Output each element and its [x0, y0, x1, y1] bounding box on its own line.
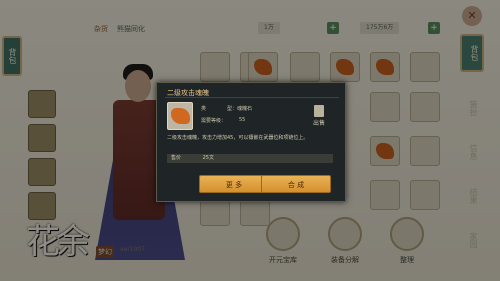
more-button[interactable]: 更 多 [199, 175, 269, 193]
item-level-label: 需要等级： [201, 118, 227, 124]
item-type-label: 类 [201, 106, 207, 112]
item-level-value: 55 [239, 117, 246, 123]
item-description: 二级攻击魂魄，攻击力增加45，可以镶嵌在武器位和项链位上。 [167, 135, 309, 141]
sell-label: 出售 [312, 120, 325, 127]
price-row: 售价 25文 [167, 154, 333, 163]
combine-button[interactable]: 合 成 [261, 175, 331, 193]
price-value: 25文 [202, 155, 214, 161]
trash-icon [314, 105, 324, 117]
item-detail-modal: 二级攻击魂魄 类 型：魂魄石 需要等级： 55 出售 二级攻击魂魄，攻击力增加4… [156, 82, 346, 202]
item-icon [167, 102, 193, 130]
divider [165, 97, 339, 98]
item-type-value: 型：魂魄石 [227, 106, 253, 112]
sell-button[interactable]: 出售 [311, 105, 327, 127]
price-label: 售价 [171, 155, 182, 161]
